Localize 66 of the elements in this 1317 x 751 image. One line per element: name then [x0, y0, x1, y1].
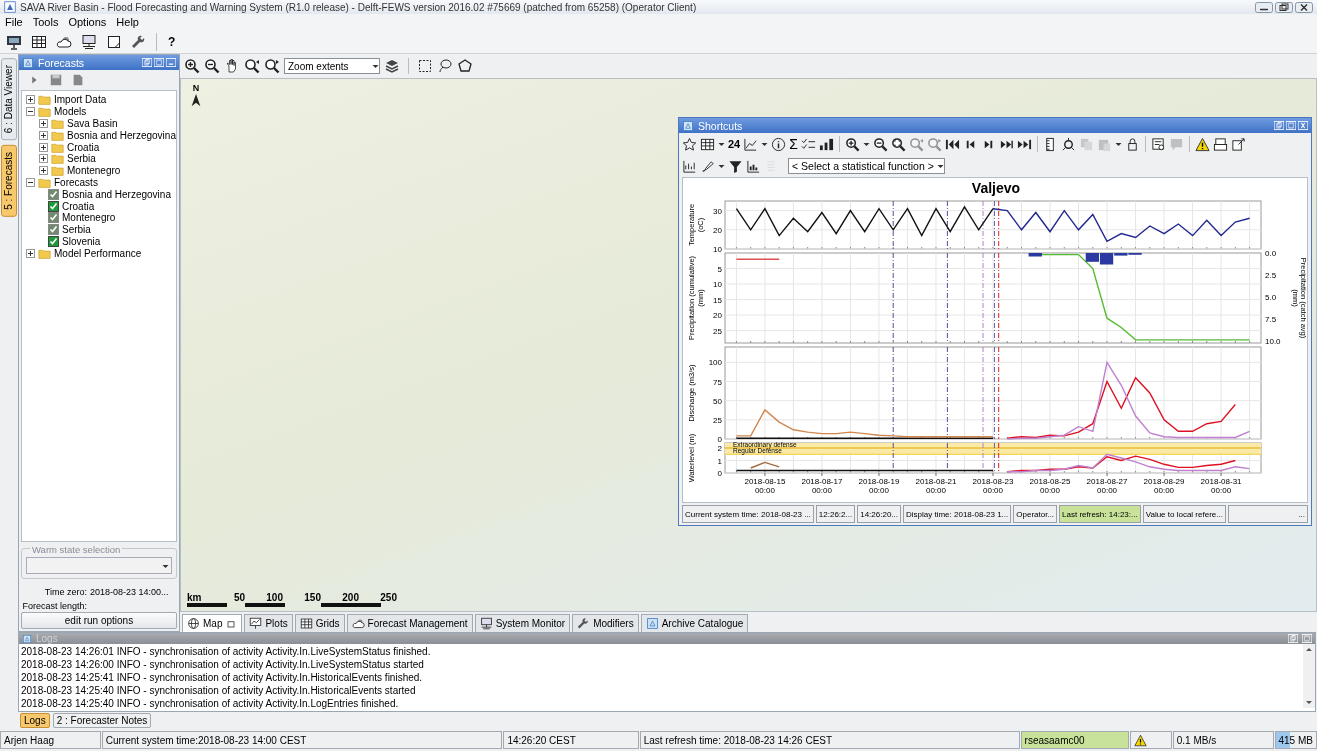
y-tick-label: 10 — [713, 280, 722, 290]
status-cell: Display time: 2018-08-23 1... — [903, 505, 1012, 523]
status-text: 14:26:20 CEST — [503, 731, 639, 749]
panel-title: Logs — [36, 633, 58, 644]
y-tick-label: 75 — [713, 377, 722, 387]
scale-label: 200 — [341, 592, 359, 603]
status-text: Current system time:2018-08-23 14:00 CEST — [101, 731, 503, 749]
scale-label: 250 — [379, 592, 397, 603]
y-tick-label: 7.5 — [1265, 315, 1277, 325]
y-tick-label: 2.5 — [1265, 271, 1277, 281]
status-text: Last refresh time: 2018-08-23 14:26 CEST — [639, 731, 1020, 749]
window-title: SAVA River Basin - Flood Forecasting and Warning System (R1.0 release) - Delft-FEWS version 2016.02 #75669 (patched from 65258) (Operator Client) — [20, 1, 697, 13]
field-value: 2018-08-23 14:00... — [90, 587, 170, 597]
status-text: 0.1 MB/s — [1172, 731, 1274, 749]
status-cell: 14:26:20... — [857, 505, 901, 523]
x-tick-label: 2018-08-27 00:00 — [1086, 477, 1128, 495]
scale-label: 100 — [265, 592, 283, 603]
y-tick-label: 10 — [713, 245, 722, 254]
y-tick-label: 2 — [717, 444, 722, 453]
memory-text: 415 MB — [1278, 734, 1313, 746]
status-cell: 12:26:2... — [815, 505, 856, 523]
y-tick-label: 25 — [713, 415, 722, 425]
log-line: 2018-08-23 14:25:40 INFO - synchronisation of activity Activity.In.HistoricalEvents started — [21, 684, 417, 697]
y-tick-label: 5 — [717, 264, 722, 274]
x-tick-label: 2018-08-17 00:00 — [801, 477, 843, 495]
status-cell: Operator... — [1013, 505, 1058, 523]
field-label: Forecast length: — [21, 601, 87, 611]
log-line: 2018-08-23 14:25:40 INFO - synchronisation of activity Activity.In.LogEntries finished. — [21, 697, 400, 710]
x-tick-label: 2018-08-25 00:00 — [1029, 477, 1071, 495]
scale-label: 150 — [303, 592, 321, 603]
y-tick-label: 20 — [713, 311, 722, 321]
scale-label: 50 — [232, 592, 245, 603]
chart-title: Valjevo — [971, 179, 1021, 198]
window-title: Shortcuts — [698, 119, 743, 132]
x-tick-label: 2018-08-29 00:00 — [1143, 477, 1185, 495]
y-tick-label: 1 — [717, 456, 722, 466]
y-tick-label: 100 — [708, 358, 722, 368]
y-tick-label: 30 — [713, 206, 722, 216]
group-label: Warm state selection — [30, 544, 123, 555]
status-cell: Last refresh: 14:23:... — [1059, 505, 1141, 523]
y-tick-label: 25 — [713, 326, 722, 336]
x-tick-label: 2018-08-15 00:00 — [744, 477, 786, 495]
x-tick-label: 2018-08-31 00:00 — [1200, 477, 1242, 495]
field-label: Time zero: — [43, 587, 87, 597]
scale-label: km — [187, 592, 203, 603]
y-tick-label: 15 — [713, 295, 722, 305]
north-label: N — [192, 83, 200, 93]
log-line: 2018-08-23 14:26:00 INFO - synchronisation of activity Activity.In.LiveSystemStatus started — [21, 658, 425, 671]
x-tick-label: 2018-08-23 00:00 — [972, 477, 1014, 495]
y-tick-label: 5.0 — [1265, 293, 1277, 303]
x-tick-label: 2018-08-19 00:00 — [858, 477, 900, 495]
x-tick-label: 2018-08-21 00:00 — [915, 477, 957, 495]
y-tick-label: 0 — [717, 469, 722, 478]
status-cell: Current system time: 2018-08-23 ... — [682, 505, 814, 523]
y-tick-label: 10.0 — [1265, 337, 1281, 347]
log-line: 2018-08-23 14:25:41 INFO - synchronisation of activity Activity.In.HistoricalEvents finished. — [21, 671, 424, 684]
status-text: rseasaamc00 — [1020, 731, 1130, 749]
y-tick-label: 0 — [717, 435, 722, 444]
y-tick-label: 20 — [713, 225, 722, 235]
status-cell: Value to local refere... — [1142, 505, 1226, 523]
log-line: 2018-08-23 14:26:01 INFO - synchronisation of activity Activity.In.LiveSystemStatus finished. — [21, 645, 432, 658]
y-tick-label: 0.0 — [1265, 249, 1277, 258]
panel-title: Forecasts — [38, 56, 85, 69]
status-text: Arjen Haag — [0, 731, 101, 749]
y-tick-label: 50 — [713, 396, 722, 406]
status-cell: ... — [1227, 505, 1308, 523]
